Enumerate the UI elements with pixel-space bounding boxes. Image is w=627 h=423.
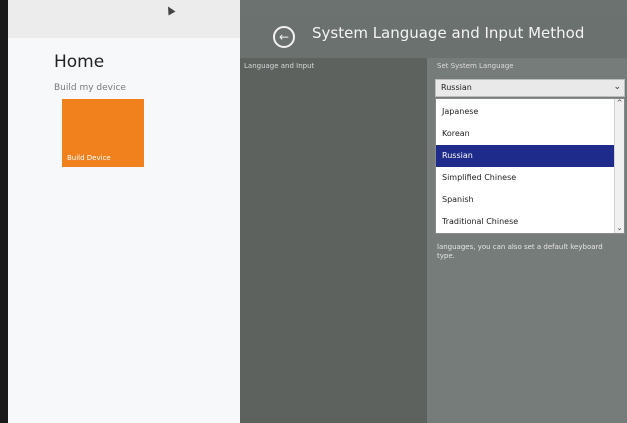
system-language-select-value: Russian [441,83,472,92]
dropdown-item-label: Korean [442,129,470,138]
dropdown-item-russian[interactable]: Russian [436,145,616,167]
dropdown-item-simplified-chinese[interactable]: Simplified Chinese [436,167,616,189]
language-dropdown-list: Japanese Korean Russian Simplified Chine… [435,98,625,234]
scroll-down-icon[interactable]: ⌄ [615,224,624,233]
dropdown-item-label: Simplified Chinese [442,173,517,182]
set-system-language-header: Set System Language [437,62,514,70]
language-and-input-header: Language and Input [244,62,315,70]
dropdown-item-label: Japanese [442,107,479,116]
dropdown-item-label: Spanish [442,195,474,204]
page-title: System Language and Input Method [312,24,585,42]
dropdown-item-japanese[interactable]: Japanese [436,101,616,123]
home-pane: Home Build my device Build Device [0,0,240,423]
home-title: Home [54,52,105,72]
language-description-text: languages, you can also set a default ke… [437,243,603,260]
back-button[interactable]: ← [273,26,295,48]
chevron-down-icon: ⌄ [613,82,621,92]
dropdown-item-korean[interactable]: Korean [436,123,616,145]
left-top-bar [8,0,240,38]
build-device-tile[interactable]: Build Device [62,99,144,167]
dropdown-item-spanish[interactable]: Spanish [436,189,616,211]
set-system-language-column: Set System Language Russian ⌄ Japanese K… [427,58,627,423]
back-arrow-icon: ← [278,30,290,44]
system-language-select[interactable]: Russian ⌄ [435,79,625,97]
header-bar: ← System Language and Input Method [240,14,627,58]
dropdown-item-label: Traditional Chinese [442,217,519,226]
build-device-tile-label: Build Device [67,154,111,162]
dropdown-item-traditional-chinese[interactable]: Traditional Chinese [436,211,616,233]
settings-pane: ← System Language and Input Method Langu… [240,0,627,423]
scroll-up-icon[interactable]: ^ [615,99,624,108]
dropdown-scrollbar[interactable]: ^ ⌄ [614,99,624,233]
build-my-device-label: Build my device [54,83,126,93]
language-and-input-column: Language and Input [240,58,427,423]
dropdown-item-label: Russian [442,151,473,160]
